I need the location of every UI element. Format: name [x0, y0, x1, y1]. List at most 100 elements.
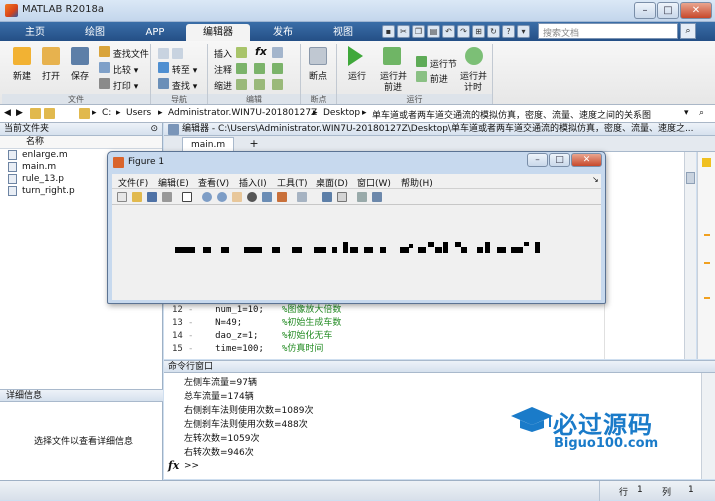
search-icon[interactable]: ⌕ — [680, 23, 696, 39]
cut-quick-icon[interactable]: ✂ — [397, 25, 410, 38]
figure-title-bar[interactable]: Figure 1 – □ ✕ — [108, 152, 605, 172]
paste-quick-icon[interactable]: ▤ — [427, 25, 440, 38]
nav-forward-icon[interactable] — [172, 48, 183, 59]
menu-file[interactable]: 文件(F) — [118, 176, 148, 189]
refresh-quick-icon[interactable]: ↻ — [487, 25, 500, 38]
scrollbar-thumb[interactable] — [686, 172, 695, 184]
figure-canvas[interactable] — [112, 205, 601, 300]
wrap-comment-icon[interactable] — [272, 63, 283, 74]
menu-window[interactable]: 窗口(W) — [357, 176, 391, 189]
panel-actions-icon[interactable]: ⊙ — [150, 123, 158, 135]
save-button[interactable]: 保存 — [71, 69, 89, 82]
run-icon[interactable] — [348, 46, 363, 66]
quick-access-dropdown-icon[interactable]: ▾ — [517, 25, 530, 38]
minimize-button[interactable]: – — [634, 2, 656, 19]
run-and-time-icon[interactable] — [465, 47, 483, 65]
run-button[interactable]: 运行 — [348, 69, 366, 82]
figure-close-button[interactable]: ✕ — [571, 153, 602, 167]
compare-button[interactable]: 比较 ▾ — [99, 62, 138, 76]
increase-indent-icon[interactable] — [254, 79, 265, 90]
warning-marker[interactable] — [704, 262, 710, 264]
tab-publish[interactable]: 发布 — [254, 24, 312, 41]
smart-indent-icon[interactable] — [236, 79, 247, 90]
print-button[interactable]: 打印 ▾ — [99, 78, 138, 92]
menu-help[interactable]: 帮助(H) — [401, 176, 433, 189]
breakpoints-button[interactable]: 断点 — [309, 69, 327, 82]
insert-button[interactable]: 插入 — [214, 47, 232, 60]
tab-editor[interactable]: 编辑器 — [186, 24, 250, 41]
insert-legend-icon[interactable] — [337, 192, 347, 202]
run-section-button[interactable]: 运行节 — [416, 56, 457, 70]
zoom-out-icon[interactable] — [217, 192, 227, 202]
address-bar[interactable]: ◀ ▶ ▸ C: ▸ Users ▸ Administrator.WIN7U-2… — [0, 105, 715, 123]
back-icon[interactable]: ◀ — [4, 108, 11, 118]
indent-button[interactable]: 缩进 — [214, 79, 232, 92]
find-files-button[interactable]: 查找文件 — [99, 46, 149, 60]
save-figure-icon[interactable] — [147, 192, 157, 202]
menu-insert[interactable]: 插入(I) — [239, 176, 267, 189]
comment-icon[interactable] — [236, 63, 247, 74]
close-button[interactable]: ✕ — [680, 2, 712, 19]
link-plot-icon[interactable] — [297, 192, 307, 202]
tab-main-m[interactable]: main.m — [182, 137, 235, 152]
warning-marker[interactable] — [704, 297, 710, 299]
insert-function-fx-button[interactable]: fx — [255, 45, 267, 58]
print-figure-icon[interactable] — [162, 192, 172, 202]
switch-windows-icon[interactable]: ⊞ — [472, 25, 485, 38]
search-documentation-input[interactable]: 搜索文档 — [538, 23, 678, 39]
help-quick-icon[interactable]: ? — [502, 25, 515, 38]
figure-maximize-button[interactable]: □ — [549, 153, 570, 167]
rotate-3d-icon[interactable] — [247, 192, 257, 202]
run-and-advance-icon[interactable] — [383, 47, 401, 65]
new-figure-icon[interactable] — [117, 192, 127, 202]
tab-plots[interactable]: 绘图 — [66, 24, 124, 41]
path-segment[interactable]: C: — [102, 108, 111, 118]
run-and-advance-button-line2[interactable]: 前进 — [384, 80, 402, 93]
open-folder-icon[interactable] — [42, 47, 60, 65]
menu-dock-icon[interactable]: ↘ — [592, 175, 599, 184]
path-segment[interactable]: Desktop — [323, 108, 360, 118]
breakpoints-icon[interactable] — [309, 47, 327, 65]
save-quick-icon[interactable]: ▪ — [382, 25, 395, 38]
command-prompt[interactable]: >> — [184, 461, 199, 471]
goto-button[interactable]: 转至 ▾ — [158, 62, 197, 76]
open-button[interactable]: 打开 — [42, 69, 60, 82]
forward-icon[interactable]: ▶ — [16, 108, 23, 118]
figure-window[interactable]: Figure 1 – □ ✕ 文件(F) 编辑(E) 查看(V) 插入(I) 工… — [107, 151, 606, 304]
menu-desktop[interactable]: 桌面(D) — [316, 176, 348, 189]
edit-plot-arrow-icon[interactable] — [182, 192, 192, 202]
save-icon[interactable] — [71, 47, 89, 65]
copy-quick-icon[interactable]: ❐ — [412, 25, 425, 38]
new-icon[interactable] — [13, 47, 31, 65]
zoom-in-icon[interactable] — [202, 192, 212, 202]
pan-hand-icon[interactable] — [232, 192, 242, 202]
function-browser-fx-icon[interactable]: fx — [168, 459, 179, 472]
editor-scrollbar[interactable] — [684, 152, 696, 359]
warning-indicator-icon[interactable] — [702, 158, 711, 167]
details-header[interactable]: 详细信息 — [0, 389, 163, 402]
comment-button[interactable]: 注释 — [214, 63, 232, 76]
tab-view[interactable]: 视图 — [314, 24, 372, 41]
tab-home[interactable]: 主页 — [6, 24, 64, 41]
menu-edit[interactable]: 编辑(E) — [158, 176, 189, 189]
data-cursor-icon[interactable] — [262, 192, 272, 202]
run-and-time-button-line2[interactable]: 计时 — [464, 80, 482, 93]
decrease-indent-icon[interactable] — [272, 79, 283, 90]
warning-marker[interactable] — [704, 234, 710, 236]
advance-button[interactable]: 前进 — [416, 71, 448, 85]
hide-plot-tools-icon[interactable] — [357, 192, 367, 202]
function-menu-icon[interactable] — [272, 47, 283, 58]
maximize-button[interactable]: □ — [657, 2, 679, 19]
uncomment-icon[interactable] — [254, 63, 265, 74]
path-segment[interactable]: Users — [126, 108, 151, 118]
path-segment[interactable]: 单车道或者两车道交通流的模拟仿真，密度、流量、速度之间的关系图 — [372, 108, 651, 121]
figure-minimize-button[interactable]: – — [527, 153, 548, 167]
new-tab-button[interactable]: + — [247, 137, 261, 151]
redo-quick-icon[interactable]: ↷ — [457, 25, 470, 38]
up-folder-icon[interactable] — [30, 108, 41, 119]
path-dropdown-icon[interactable]: ▾ — [684, 108, 689, 118]
browse-folder-icon[interactable] — [44, 108, 55, 119]
search-path-icon[interactable]: ⌕ — [699, 108, 704, 118]
nav-back-icon[interactable] — [158, 48, 169, 59]
menu-tools[interactable]: 工具(T) — [277, 176, 308, 189]
